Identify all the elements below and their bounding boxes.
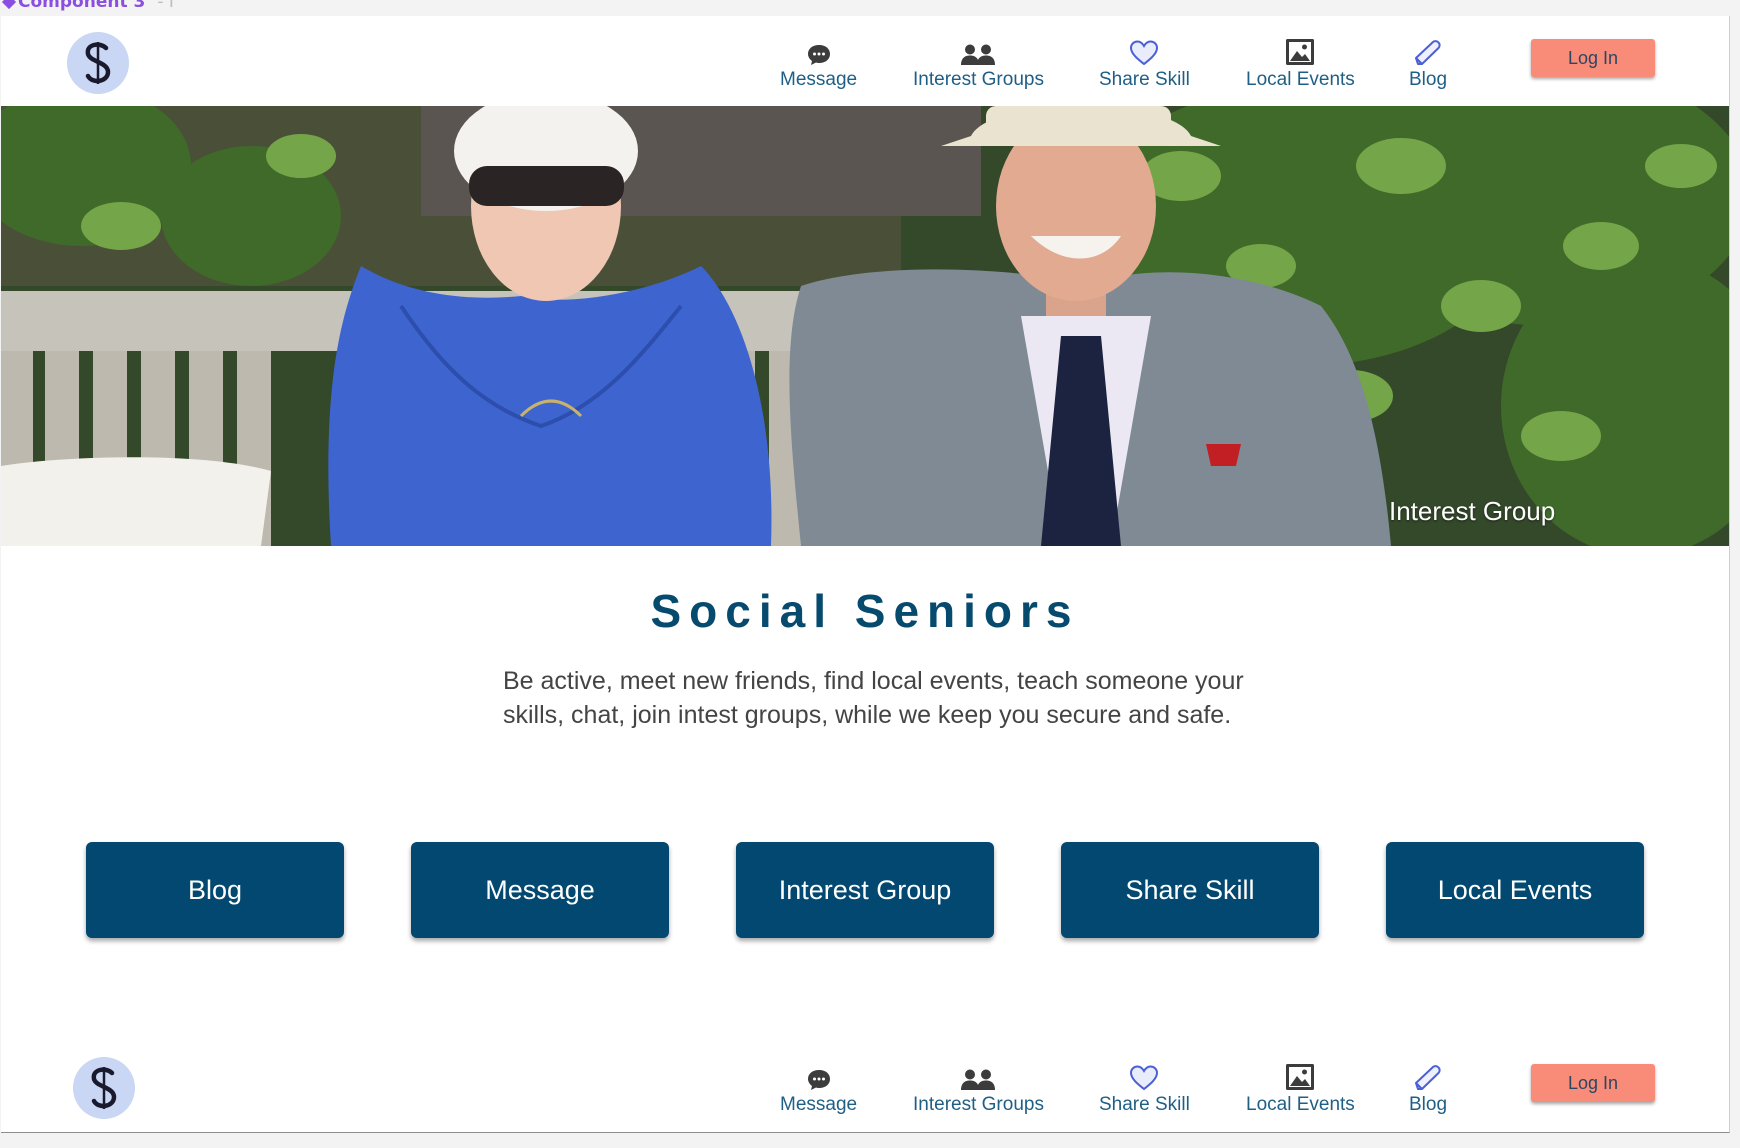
footer-nav-message-label: Message (780, 1094, 858, 1115)
share-skill-button[interactable]: Share Skill (1061, 842, 1319, 938)
footer-nav-local-events[interactable]: Local Events (1246, 1063, 1355, 1116)
footer-navbar: Message Interest Groups Share Skill Loca… (1, 1041, 1729, 1131)
blog-button[interactable]: Blog (86, 842, 344, 938)
s-logo-icon (91, 1067, 117, 1109)
page-frame: Message Interest Groups Share Skill Loca… (1, 16, 1730, 1133)
pencil-icon (1414, 1063, 1442, 1091)
footer-nav-message[interactable]: Message (780, 1063, 857, 1116)
heart-icon (1129, 38, 1159, 66)
hero-photo (1, 106, 1729, 546)
nav-message[interactable]: Message (780, 38, 857, 91)
top-navbar: Message Interest Groups Share Skill Loca… (1, 16, 1729, 106)
footer-nav-interest-groups-label: Interest Groups (913, 1094, 1044, 1115)
image-icon (1285, 1063, 1315, 1091)
chat-bubble-icon (807, 38, 831, 66)
tagline: Be active, meet new friends, find local … (503, 664, 1283, 732)
hero-caption: Interest Group (1389, 496, 1556, 526)
footer-nav-share-skill-label: Share Skill (1099, 1094, 1190, 1115)
pencil-icon (1414, 38, 1442, 66)
footer-nav-share-skill[interactable]: Share Skill (1099, 1063, 1190, 1116)
editor-frame-label[interactable]: Component 3 - I (1, 0, 174, 14)
nav-message-label: Message (780, 69, 858, 90)
nav-local-events-label: Local Events (1246, 69, 1355, 90)
nav-blog-label: Blog (1409, 69, 1448, 90)
s-logo-icon (85, 42, 111, 84)
hero-banner: Interest Group (1, 106, 1729, 546)
nav-interest-groups[interactable]: Interest Groups (913, 38, 1044, 91)
people-icon (960, 1063, 996, 1091)
heart-icon (1129, 1063, 1159, 1091)
page-title: Social Seniors (650, 585, 1080, 637)
component-diamond-icon (1, 0, 17, 10)
footer-nav-blog[interactable]: Blog (1409, 1063, 1447, 1116)
site-logo[interactable] (67, 32, 129, 94)
image-icon (1285, 38, 1315, 66)
frame-label-suffix: - I (157, 0, 174, 12)
nav-local-events[interactable]: Local Events (1246, 38, 1355, 91)
footer-login-button[interactable]: Log In (1531, 1064, 1655, 1102)
nav-interest-groups-label: Interest Groups (913, 69, 1044, 90)
nav-blog[interactable]: Blog (1409, 38, 1447, 91)
footer-nav-local-events-label: Local Events (1246, 1094, 1355, 1115)
message-button[interactable]: Message (411, 842, 669, 938)
footer-logo[interactable] (73, 1057, 135, 1119)
local-events-button[interactable]: Local Events (1386, 842, 1644, 938)
footer-nav-interest-groups[interactable]: Interest Groups (913, 1063, 1044, 1116)
footer-nav-blog-label: Blog (1409, 1094, 1448, 1115)
tagline-line-2: skills, chat, join intest groups, while … (503, 701, 1232, 729)
nav-share-skill[interactable]: Share Skill (1099, 38, 1190, 91)
tagline-line-1: Be active, meet new friends, find local … (503, 667, 1244, 695)
people-icon (960, 38, 996, 66)
frame-label-text: Component 3 (18, 0, 146, 12)
nav-share-skill-label: Share Skill (1099, 69, 1190, 90)
login-button[interactable]: Log In (1531, 39, 1655, 77)
interest-group-button[interactable]: Interest Group (736, 842, 994, 938)
chat-bubble-icon (807, 1063, 831, 1091)
